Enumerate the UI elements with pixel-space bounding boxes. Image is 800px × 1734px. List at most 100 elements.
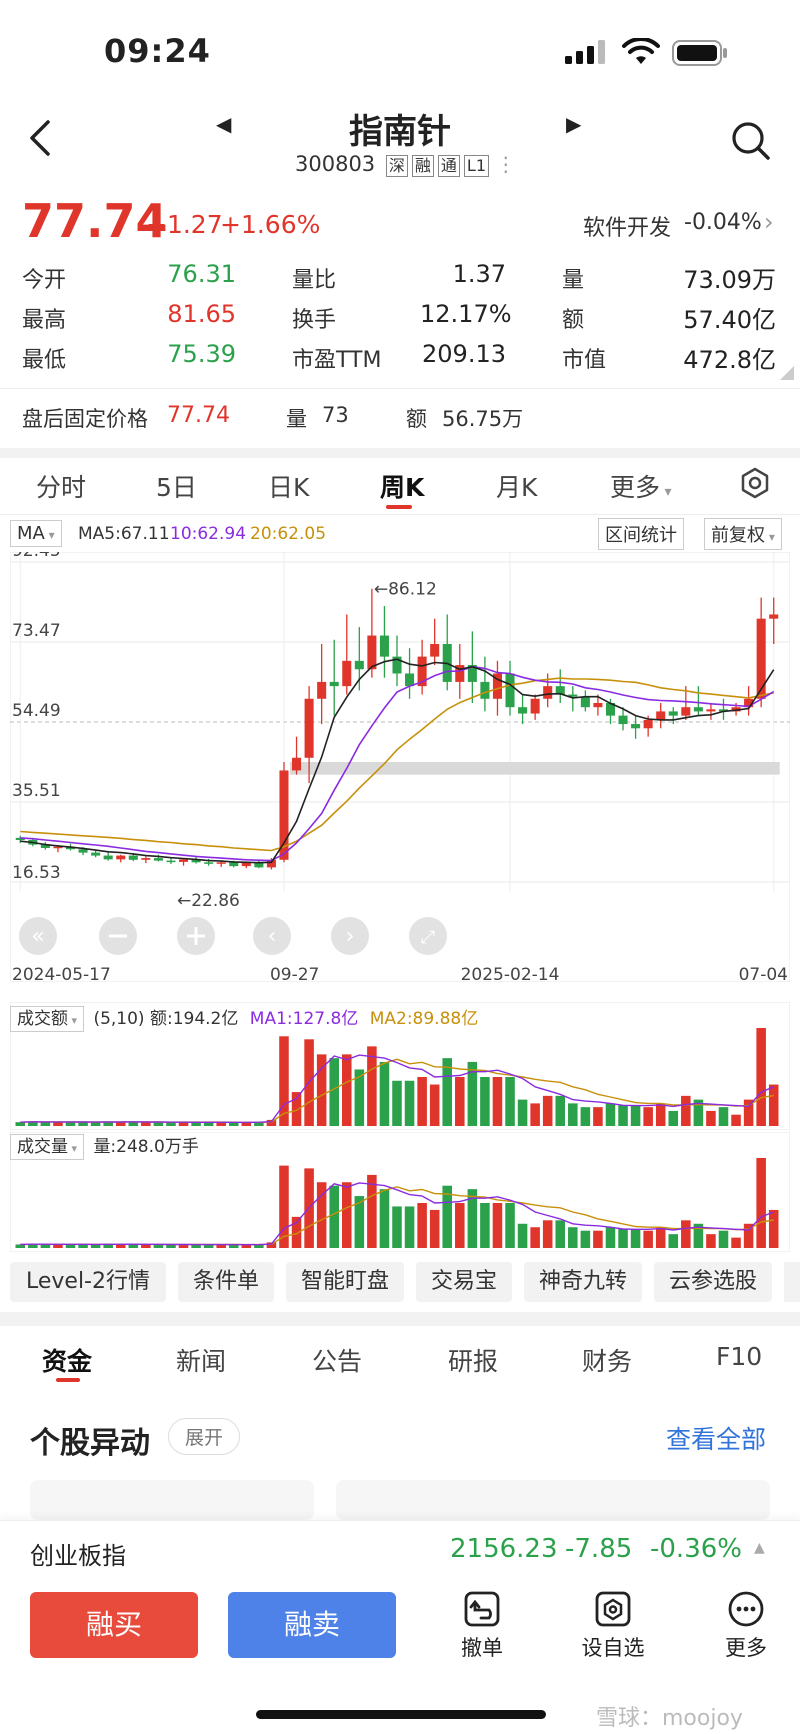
volume-selector[interactable]: 成交量 ▾	[10, 1134, 85, 1160]
volume-ratio-label: 量比	[292, 268, 337, 293]
stock-code-row: 300803 深融通 L1 ⋮	[295, 152, 516, 177]
volume-bar	[505, 1203, 515, 1248]
volume-bar	[492, 1077, 503, 1126]
x-tick-label: 2024-05-17	[12, 965, 111, 982]
tool-overflow	[784, 1262, 800, 1302]
amount-params: (5,10)	[93, 1009, 145, 1029]
volume-bar	[542, 1095, 553, 1126]
volume-bar	[568, 1103, 578, 1126]
tab-daily-k[interactable]: 日K	[268, 468, 309, 504]
candle-body	[329, 681, 339, 687]
volume-bar	[756, 1158, 766, 1248]
volume-bar	[668, 1234, 679, 1248]
x-tick-label: 07-04	[739, 965, 788, 982]
tab-announcements[interactable]: 公告	[312, 1342, 362, 1378]
chart-settings-icon[interactable]	[738, 466, 772, 500]
tab-monthly-k[interactable]: 月K	[496, 468, 537, 504]
after-hours-amt-label: 额	[406, 407, 427, 431]
candle-body	[216, 862, 226, 864]
expand-button[interactable]: 展开	[168, 1418, 241, 1455]
high-value: 81.65	[167, 300, 236, 328]
range-stats-button[interactable]: 区间统计	[598, 518, 684, 550]
volume-bar	[706, 1234, 716, 1248]
amount-ma1: MA1:127.8亿	[249, 1009, 359, 1029]
volume-bar	[668, 1110, 679, 1126]
next-stock-icon[interactable]: ▶	[566, 112, 581, 136]
tool-smart-watch[interactable]: 智能盯盘	[286, 1262, 404, 1302]
more-dots-icon[interactable]: ⋮	[496, 152, 516, 176]
caret-up-icon[interactable]: ▲	[754, 1540, 765, 1556]
after-hours-vol-label: 量	[286, 407, 307, 431]
more-actions-button[interactable]: 更多	[706, 1590, 786, 1662]
volume-bar	[492, 1203, 503, 1248]
volume-bar	[756, 1028, 766, 1126]
index-change-pct: -0.36%	[650, 1534, 742, 1564]
divider	[0, 1312, 800, 1326]
volume-bar	[681, 1220, 691, 1248]
open-label: 今开	[22, 268, 67, 293]
cancel-order-icon	[464, 1591, 500, 1627]
volume-bar	[706, 1110, 716, 1126]
high-label: 最高	[22, 308, 67, 333]
tab-intraday[interactable]: 分时	[36, 468, 86, 504]
candle-body	[128, 855, 138, 860]
volume-bar	[580, 1107, 591, 1126]
candlestick-chart[interactable]: 92.45 73.47 54.49 35.51 16.53 2024-05-17 09-2…	[10, 552, 790, 982]
volume-bar	[568, 1227, 578, 1248]
volume-selector-label: 成交量	[17, 1137, 68, 1157]
after-hours-amt: 56.75万	[442, 407, 524, 431]
cancel-order-button[interactable]: 撤单	[442, 1590, 522, 1662]
amount-selector[interactable]: 成交额 ▾	[10, 1006, 85, 1032]
candle-body	[292, 757, 302, 771]
add-watchlist-button[interactable]: 设自选	[573, 1590, 653, 1662]
event-card[interactable]	[336, 1480, 770, 1520]
volume-bar	[718, 1107, 729, 1126]
cancel-order-label: 撤单	[461, 1636, 503, 1660]
price-change: +1.27	[146, 210, 223, 239]
sector-name[interactable]: 软件开发	[583, 210, 671, 242]
amount-legend: 成交额 ▾ (5,10) 额:194.2亿 MA1:127.8亿 MA2:89.…	[10, 1004, 478, 1032]
tool-level2[interactable]: Level-2行情	[10, 1262, 166, 1302]
adjust-button[interactable]: 前复权 ▾	[704, 518, 782, 550]
volume-bar	[65, 1244, 76, 1248]
price-band	[289, 762, 780, 775]
expand-corner-icon[interactable]	[780, 366, 794, 380]
candle-body	[756, 618, 766, 699]
volume-bar	[605, 1227, 616, 1248]
event-card[interactable]	[30, 1480, 314, 1520]
search-icon[interactable]	[730, 120, 772, 162]
volume-bar	[392, 1080, 402, 1126]
tool-nine-turns[interactable]: 神奇九转	[524, 1262, 642, 1302]
tab-news[interactable]: 新闻	[176, 1342, 226, 1378]
tab-more[interactable]: 更多 ▾	[610, 468, 672, 504]
zoom-in-button	[177, 917, 215, 955]
tab-weekly-k[interactable]: 周K	[380, 468, 424, 504]
volume-bar	[768, 1209, 779, 1248]
tool-conditional-order[interactable]: 条件单	[178, 1262, 274, 1302]
tab-f10[interactable]: F10	[716, 1342, 762, 1371]
tab-5day[interactable]: 5日	[156, 468, 197, 504]
chevron-right-icon[interactable]: ›	[764, 208, 774, 236]
y-tick-label: 35.51	[12, 781, 61, 801]
tab-financials[interactable]: 财务	[582, 1342, 632, 1378]
tab-funds[interactable]: 资金	[42, 1342, 92, 1378]
candle-body	[342, 660, 352, 687]
sector-change[interactable]: -0.04%	[684, 210, 762, 235]
tab-research[interactable]: 研报	[448, 1342, 498, 1378]
volume-bar	[141, 1244, 151, 1248]
volume-bar	[341, 1182, 352, 1248]
ma-selector[interactable]: MA ▾	[10, 520, 62, 547]
margin-buy-button[interactable]: 融买	[30, 1592, 198, 1658]
tool-trade-treasure[interactable]: 交易宝	[416, 1262, 512, 1302]
margin-sell-button[interactable]: 融卖	[228, 1592, 396, 1658]
volume-bar	[555, 1220, 566, 1248]
volume-bar	[291, 1092, 302, 1126]
market-cap-label: 市值	[562, 348, 607, 373]
view-all-link[interactable]: 查看全部	[666, 1420, 766, 1456]
candle-body	[681, 707, 691, 716]
volume-bar	[593, 1107, 603, 1126]
tool-cloud-picks[interactable]: 云参选股	[654, 1262, 772, 1302]
home-indicator[interactable]	[256, 1710, 546, 1719]
candle-body	[643, 719, 653, 729]
add-watchlist-label: 设自选	[581, 1636, 645, 1660]
